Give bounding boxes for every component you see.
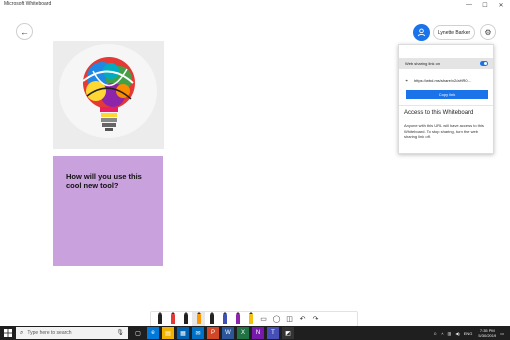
gear-icon: ⚙ xyxy=(484,27,492,37)
divider xyxy=(399,105,493,106)
taskbar-search[interactable]: ⌕ Type here to search 🎙 xyxy=(16,327,128,339)
edge-icon[interactable]: e xyxy=(147,327,159,339)
tool-pen-8[interactable] xyxy=(244,312,257,326)
web-sharing-label: Web sharing link on xyxy=(405,61,441,66)
access-title: Access to this Whiteboard xyxy=(404,110,474,116)
pen-icon xyxy=(196,312,201,324)
share-link-text[interactable]: https://wbd.ms/share/v2/aHR0... xyxy=(414,78,471,83)
settings-button[interactable]: ⚙ xyxy=(480,24,496,40)
back-button[interactable]: ← xyxy=(16,23,33,40)
taskbar: ⌕ Type here to search 🎙 ▢ e ▤ ▦ ✉ P W X … xyxy=(0,326,510,340)
people-icon[interactable]: ☺ xyxy=(433,331,437,336)
sticky-note[interactable]: How will you use this cool new tool? xyxy=(53,156,163,266)
microphone-icon[interactable]: 🎙 xyxy=(116,329,124,336)
inking-toolbar: ▭ ◯ ◫ ↶ ↷ xyxy=(150,311,358,327)
mail-icon[interactable]: ✉ xyxy=(192,327,204,339)
minimize-button[interactable]: — xyxy=(462,0,476,10)
file-explorer-icon[interactable]: ▤ xyxy=(162,327,174,339)
tool-undo[interactable]: ↶ xyxy=(296,312,309,326)
tool-pen-5[interactable] xyxy=(205,312,218,326)
pen-icon xyxy=(222,312,227,324)
notifications-icon[interactable]: ▭ xyxy=(500,331,504,336)
maximize-button[interactable]: ☐ xyxy=(478,0,492,10)
system-tray: ☺ ˄ ▥ ◀) ENG 7:35 PM 5/30/2019 ▭ xyxy=(429,326,504,340)
network-icon[interactable]: ▥ xyxy=(448,331,452,336)
tool-redo[interactable]: ↷ xyxy=(309,312,322,326)
tool-pen-6[interactable] xyxy=(218,312,231,326)
arrow-left-icon: ← xyxy=(20,26,29,37)
close-button[interactable]: ✕ xyxy=(494,0,508,10)
tool-pen-7[interactable] xyxy=(231,312,244,326)
taskbar-apps: ▢ e ▤ ▦ ✉ P W X N T ◩ xyxy=(132,327,297,339)
web-sharing-row: Web sharing link on xyxy=(399,58,493,69)
user-name-button[interactable]: Lynette Barker xyxy=(433,25,475,40)
lightbulb-graphic xyxy=(53,41,164,149)
excel-icon[interactable]: X xyxy=(237,327,249,339)
access-description: Anyone with this URL will have access to… xyxy=(404,123,484,139)
windows-start-icon[interactable] xyxy=(4,329,12,337)
tool-pen-2[interactable] xyxy=(166,312,179,326)
task-view-icon[interactable]: ▢ xyxy=(132,327,144,339)
share-button[interactable] xyxy=(413,24,430,41)
pen-icon xyxy=(157,312,162,324)
title-bar: Microsoft Whiteboard — ☐ ✕ xyxy=(0,0,510,10)
chevron-up-icon[interactable]: ˄ xyxy=(441,331,443,336)
language-indicator[interactable]: ENG xyxy=(464,331,473,336)
share-link-row: ⚭ https://wbd.ms/share/v2/aHR0... xyxy=(405,76,489,84)
tool-pen-3[interactable] xyxy=(179,312,192,326)
pen-icon xyxy=(209,312,214,324)
tool-shapes[interactable]: ◫ xyxy=(283,312,296,326)
undo-icon: ↶ xyxy=(299,316,306,323)
teams-icon[interactable]: T xyxy=(267,327,279,339)
search-icon: ⌕ xyxy=(20,329,24,336)
lightbulb-image[interactable] xyxy=(53,41,164,149)
window-title: Microsoft Whiteboard xyxy=(4,1,52,7)
pen-icon xyxy=(235,312,240,324)
tool-ruler[interactable]: ▭ xyxy=(257,312,270,326)
sticky-note-text[interactable]: How will you use this cool new tool? xyxy=(66,172,156,190)
tool-lasso[interactable]: ◯ xyxy=(270,312,283,326)
clock-date: 5/30/2019 xyxy=(478,333,497,338)
lasso-icon: ◯ xyxy=(272,316,281,323)
whiteboard-app-icon[interactable]: ◩ xyxy=(282,327,294,339)
onenote-icon[interactable]: N xyxy=(252,327,264,339)
pen-icon xyxy=(170,312,175,324)
volume-icon[interactable]: ◀) xyxy=(455,331,459,336)
search-placeholder: Type here to search xyxy=(27,330,72,336)
powerpoint-icon[interactable]: P xyxy=(207,327,219,339)
pen-icon xyxy=(183,312,188,324)
tool-pen-4[interactable] xyxy=(192,312,205,326)
store-icon[interactable]: ▦ xyxy=(177,327,189,339)
ruler-icon: ▭ xyxy=(260,316,267,323)
web-sharing-toggle[interactable] xyxy=(480,61,488,66)
tool-pen-1[interactable] xyxy=(153,312,166,326)
pen-icon xyxy=(248,312,253,324)
clock[interactable]: 7:35 PM 5/30/2019 xyxy=(478,328,496,338)
user-add-icon xyxy=(417,28,426,37)
copy-link-button[interactable]: Copy link xyxy=(406,90,488,99)
redo-icon: ↷ xyxy=(312,316,319,323)
word-icon[interactable]: W xyxy=(222,327,234,339)
link-icon: ⚭ xyxy=(405,77,409,83)
shapes-icon: ◫ xyxy=(286,316,293,323)
